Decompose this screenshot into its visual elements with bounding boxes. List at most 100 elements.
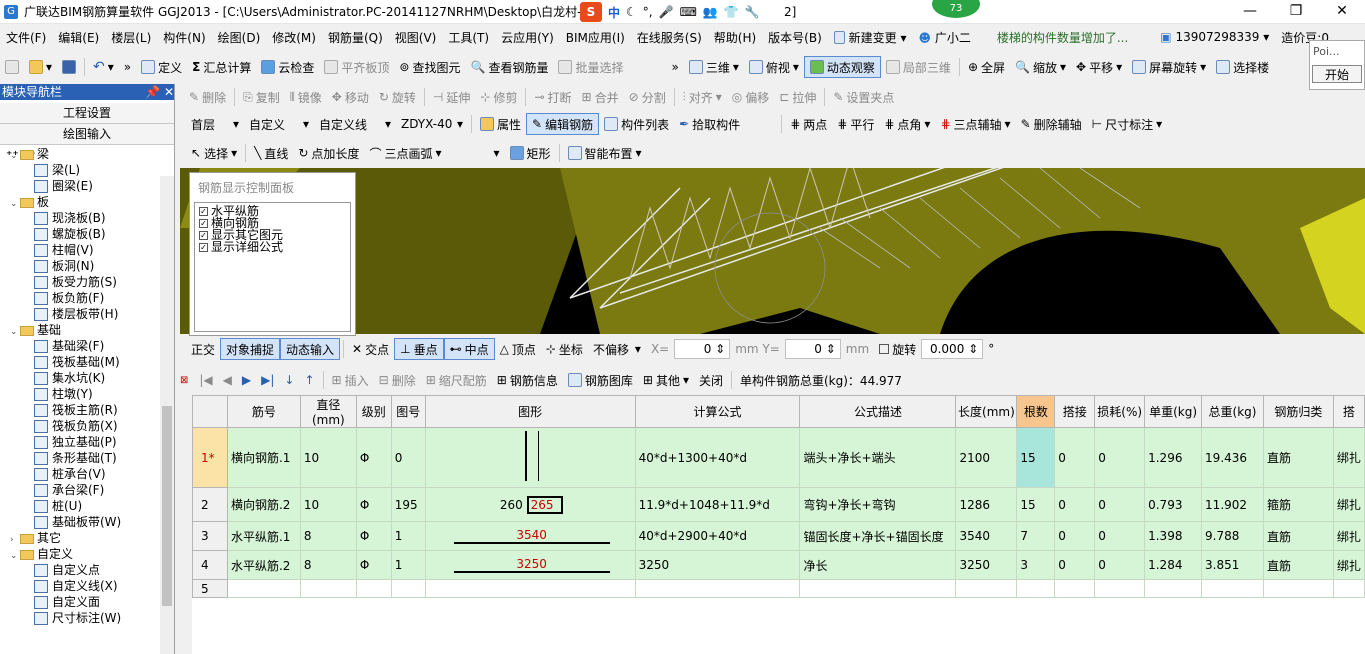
merge-button[interactable]: ⊞ 合并 xyxy=(577,86,624,108)
table-cell[interactable]: 1 xyxy=(390,550,426,580)
table-cell[interactable]: 绑扎 xyxy=(1332,427,1365,488)
rotate-button[interactable]: ↻ 旋转 xyxy=(374,86,421,108)
tree-item[interactable]: 板负筋(F) xyxy=(0,290,160,306)
table-cell[interactable]: 2 xyxy=(192,487,228,522)
table-cell[interactable]: 1 xyxy=(390,521,426,551)
tree-item[interactable]: 基础梁(F) xyxy=(0,338,160,354)
table-cell[interactable]: 0.793 xyxy=(1144,487,1203,522)
menu-new-change[interactable]: 新建变更 ▾ xyxy=(828,29,913,46)
tree-item[interactable]: 条形基础(T) xyxy=(0,450,160,466)
table-cell[interactable]: 4 xyxy=(192,550,228,580)
table-cell[interactable]: 15 xyxy=(1016,427,1056,488)
checkbox-show-formula[interactable]: ✓ 显示详细公式 xyxy=(199,241,346,253)
menu-file[interactable]: 文件(F) xyxy=(0,29,52,46)
menu-view[interactable]: 视图(V) xyxy=(389,29,443,46)
table-cell[interactable]: 0 xyxy=(1094,550,1146,580)
mid-snap[interactable]: ⊷ 中点 xyxy=(443,338,495,360)
table-cell[interactable]: 9.788 xyxy=(1201,521,1264,551)
point-angle-button[interactable]: ⋕ 点角 ▾ xyxy=(879,113,935,135)
table-cell[interactable]: Φ xyxy=(355,487,392,522)
define-button[interactable]: 定义 xyxy=(136,56,187,78)
select-floor-button[interactable]: 选择楼 xyxy=(1211,56,1274,78)
table-row[interactable]: 1* 横向钢筋.1 10 Φ 0 40*d+1300+40*d 端头+净长+端头 2100 15… xyxy=(192,427,1365,488)
menu-component[interactable]: 构件(N) xyxy=(157,29,211,46)
table-cell[interactable] xyxy=(1332,579,1365,598)
tree-item[interactable]: 圈梁(E) xyxy=(0,178,160,194)
delete-row-button[interactable]: ⊟ 删除 xyxy=(374,369,421,391)
delete-axis-button[interactable]: ✎ 删除辅轴 xyxy=(1016,113,1087,135)
table-row[interactable]: 3 水平纵筋.1 8 Φ 1 3540 40*d+2900+40*d 锚固长度+净长+锚固长度… xyxy=(192,521,1365,551)
table-cell[interactable]: 40*d+1300+40*d xyxy=(634,427,801,488)
column-header[interactable]: 搭 xyxy=(1332,395,1365,428)
move-up-button[interactable]: ↑ xyxy=(299,369,319,391)
user-account[interactable]: ▣ 13907298339 ▾ xyxy=(1154,30,1275,44)
point-length-button[interactable]: ↻ 点加长度 xyxy=(293,142,364,164)
prev-row-button[interactable]: ◀ xyxy=(218,369,237,391)
copy-button[interactable]: ⎘ 复制 xyxy=(238,86,285,108)
undo-button[interactable]: ↶ ▾ xyxy=(88,56,119,78)
tree-item[interactable]: 柱帽(V) xyxy=(0,242,160,258)
table-cell[interactable]: 0 xyxy=(1054,427,1096,488)
pick-component-button[interactable]: ✒ 拾取构件 xyxy=(674,113,745,135)
offset-button[interactable]: ◎ 偏移 xyxy=(727,86,775,108)
tree-item[interactable]: 自定义面 xyxy=(0,594,160,610)
column-header[interactable]: 根数 xyxy=(1016,395,1056,428)
table-cell[interactable] xyxy=(1094,579,1146,598)
plan-view-button[interactable]: 俯视 ▾ xyxy=(744,56,804,78)
table-cell[interactable] xyxy=(424,579,636,598)
column-header[interactable]: 钢筋归类 xyxy=(1263,395,1334,428)
object-snap-button[interactable]: 对象捕捉 xyxy=(220,338,281,360)
two-point-button[interactable]: ⋕ 两点 xyxy=(785,113,832,135)
rebar-info-button[interactable]: ⊞ 钢筋信息 xyxy=(492,369,563,391)
ime-toolbar[interactable]: S 中 ☾ °, 🎤 ⌨ 👥 👕 🔧 xyxy=(580,2,760,22)
table-cell[interactable] xyxy=(226,579,301,598)
tree-item[interactable]: 承台梁(F) xyxy=(0,482,160,498)
tree-item[interactable]: 板洞(N) xyxy=(0,258,160,274)
project-settings-button[interactable]: 工程设置 xyxy=(0,103,174,124)
tree-item[interactable]: ⌄ 梁 xyxy=(0,146,160,162)
table-cell[interactable]: 0 xyxy=(1054,487,1096,522)
table-cell[interactable] xyxy=(299,579,357,598)
restore-icon[interactable]: ❐ xyxy=(1273,0,1319,22)
table-cell[interactable]: 3 xyxy=(192,521,228,551)
menu-online[interactable]: 在线服务(S) xyxy=(631,29,708,46)
tree-item[interactable]: 筏板负筋(X) xyxy=(0,418,160,434)
start-button[interactable]: 开始 xyxy=(1312,65,1362,83)
tree-item[interactable]: 自定义线(X) xyxy=(0,578,160,594)
rotate-screen-button[interactable]: 屏幕旋转 ▾ xyxy=(1127,56,1211,78)
zoom-button[interactable]: 🔍 缩放 ▾ xyxy=(1010,56,1071,78)
tree-item[interactable]: 板受力筋(S) xyxy=(0,274,160,290)
three-point-arc-button[interactable]: ⌒ 三点画弧 ▾ xyxy=(364,142,446,164)
table-cell[interactable]: 7 xyxy=(1016,521,1056,551)
table-cell[interactable] xyxy=(1201,579,1264,598)
minimize-icon[interactable]: — xyxy=(1227,0,1273,22)
move-button[interactable]: ✥ 移动 xyxy=(327,86,374,108)
shirt-icon[interactable]: 👕 xyxy=(724,5,739,19)
tree-item[interactable]: 自定义点 xyxy=(0,562,160,578)
table-cell[interactable]: 11.902 xyxy=(1201,487,1264,522)
tree-item[interactable]: 筏板基础(M) xyxy=(0,354,160,370)
dimension-button[interactable]: ⊢ 尺寸标注 ▾ xyxy=(1087,113,1168,135)
table-cell[interactable]: 直筋 xyxy=(1263,427,1334,488)
table-cell[interactable]: 0 xyxy=(1054,550,1096,580)
table-cell[interactable]: 8 xyxy=(299,521,357,551)
table-cell[interactable]: 3540 xyxy=(424,521,636,551)
pan-button[interactable]: ✥ 平移 ▾ xyxy=(1071,56,1127,78)
y-input[interactable]: 0 ⇕ xyxy=(784,339,841,359)
moon-icon[interactable]: ☾ xyxy=(626,5,637,19)
column-header[interactable]: 搭接 xyxy=(1054,395,1096,428)
angle-input[interactable]: 0.000 ⇕ xyxy=(921,339,984,359)
rotate-checkbox[interactable]: 旋转 xyxy=(874,338,921,360)
table-cell[interactable]: 横向钢筋.1 xyxy=(226,427,301,488)
tree-item[interactable]: 楼层板带(H) xyxy=(0,306,160,322)
wrench-icon[interactable]: 🔧 xyxy=(745,5,760,19)
close-grid-button[interactable]: 关闭 xyxy=(694,369,728,391)
delete-button[interactable]: ✎ 删除 xyxy=(184,86,231,108)
table-cell[interactable]: 11.9*d+1048+11.9*d xyxy=(634,487,801,522)
table-cell[interactable] xyxy=(634,579,801,598)
parallel-button[interactable]: ⋕ 平行 xyxy=(832,113,879,135)
table-cell[interactable] xyxy=(799,579,957,598)
category-select[interactable]: 自定义 ▾ xyxy=(244,113,314,135)
batch-select-button[interactable]: 批量选择 xyxy=(553,56,628,78)
menu-assistant[interactable]: ☻ 广小二 xyxy=(912,29,976,46)
